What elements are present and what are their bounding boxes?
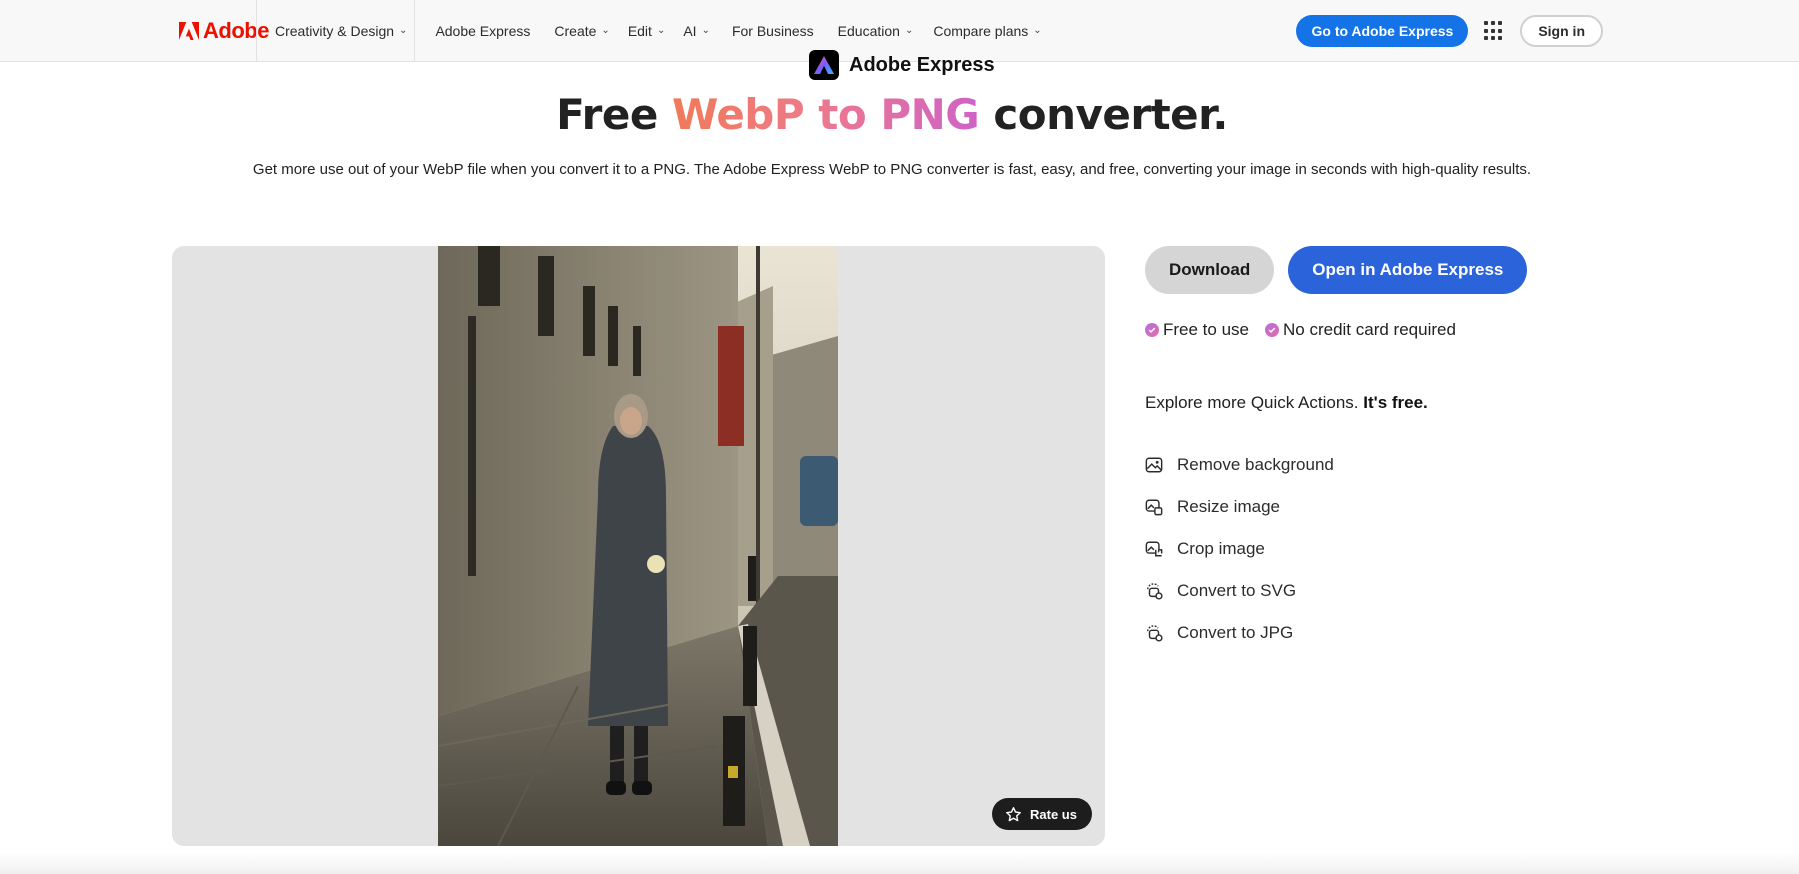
nav-item-adobe-express[interactable]: Adobe Express	[435, 23, 530, 39]
nav-item-label: Compare plans	[933, 23, 1029, 39]
chevron-down-icon: ⌄	[701, 24, 710, 36]
nav-item-ai[interactable]: AI ⌄	[683, 23, 710, 39]
resize-image-icon	[1145, 499, 1163, 516]
nav-right-actions: Go to Adobe Express Sign in	[1296, 0, 1603, 62]
preview-image	[438, 246, 838, 846]
primary-actions: Download Open in Adobe Express	[1145, 246, 1528, 294]
brand-name: Adobe Express	[849, 53, 995, 76]
convert-icon	[1146, 583, 1163, 600]
nav-item-label: Adobe Express	[435, 23, 531, 39]
quick-action-label: Resize image	[1177, 497, 1280, 516]
quick-action-convert-to-svg[interactable]: Convert to SVG	[1145, 570, 1334, 612]
quick-action-label: Convert to SVG	[1177, 581, 1297, 600]
go-to-adobe-express-button[interactable]: Go to Adobe Express	[1296, 15, 1469, 47]
explore-text: Explore more Quick Actions.	[1145, 393, 1359, 412]
quick-actions-list: Remove background Resize image Crop imag…	[1145, 444, 1334, 654]
chevron-down-icon: ⌄	[656, 24, 666, 36]
nav-item-creativity-design[interactable]: Creativity & Design ⌄	[275, 23, 407, 39]
badge-label: No credit card required	[1283, 320, 1456, 339]
nav-item-for-business[interactable]: For Business	[732, 23, 814, 39]
sign-in-button[interactable]: Sign in	[1520, 15, 1603, 47]
page-title: Free WebP to PNG converter.	[0, 90, 1784, 139]
quick-action-resize-image[interactable]: Resize image	[1145, 486, 1334, 528]
remove-background-icon	[1145, 457, 1163, 473]
quick-action-convert-to-jpg[interactable]: Convert to JPG	[1145, 612, 1334, 654]
adobe-logo-icon	[179, 22, 199, 40]
nav-item-label: For Business	[731, 23, 814, 39]
nav-item-education[interactable]: Education ⌄	[838, 23, 914, 39]
nav-item-label: Edit	[627, 23, 652, 39]
convert-icon	[1146, 625, 1163, 642]
rate-us-button[interactable]: Rate us	[992, 798, 1092, 830]
badge-no-credit-card: No credit card required	[1265, 320, 1456, 340]
check-circle-icon	[1145, 323, 1159, 337]
page-bottom-shadow	[0, 852, 1799, 874]
feature-badges: Free to use No credit card required	[1145, 320, 1456, 340]
title-prefix: Free	[556, 90, 672, 139]
quick-action-label: Crop image	[1177, 539, 1265, 558]
explore-bold: It's free.	[1363, 393, 1428, 412]
image-preview-panel: Rate us	[172, 246, 1105, 846]
adobe-express-brand: Adobe Express	[809, 50, 995, 80]
quick-action-label: Convert to JPG	[1177, 623, 1294, 642]
download-button[interactable]: Download	[1145, 246, 1275, 294]
chevron-down-icon: ⌄	[399, 24, 408, 36]
chevron-down-icon: ⌄	[601, 24, 610, 36]
title-accent: WebP to PNG	[671, 90, 980, 139]
rate-us-label: Rate us	[1030, 806, 1077, 822]
explore-quick-actions-text: Explore more Quick Actions. It's free.	[1145, 393, 1428, 413]
crop-image-icon	[1145, 541, 1163, 557]
nav-item-label: Creativity & Design	[275, 23, 395, 39]
star-outline-icon	[1006, 806, 1021, 821]
chevron-down-icon: ⌄	[904, 24, 914, 36]
quick-action-crop-image[interactable]: Crop image	[1145, 528, 1334, 570]
adobe-express-logo-icon	[809, 50, 839, 80]
nav-item-edit[interactable]: Edit ⌄	[628, 23, 666, 39]
nav-divider	[256, 0, 257, 62]
badge-free-to-use: Free to use	[1145, 320, 1249, 340]
quick-action-remove-background[interactable]: Remove background	[1145, 444, 1334, 486]
quick-action-label: Remove background	[1177, 455, 1334, 474]
check-circle-icon	[1265, 323, 1279, 337]
open-in-adobe-express-button[interactable]: Open in Adobe Express	[1288, 246, 1528, 294]
nav-item-create[interactable]: Create ⌄	[554, 23, 609, 39]
badge-label: Free to use	[1163, 320, 1249, 339]
adobe-logo-text: Adobe	[203, 18, 269, 43]
page-description: Get more use out of your WebP file when …	[252, 161, 1532, 178]
chevron-down-icon: ⌄	[1033, 24, 1042, 36]
nav-item-label: Education	[837, 23, 900, 39]
nav-item-label: Create	[554, 23, 597, 39]
nav-item-compare-plans[interactable]: Compare plans ⌄	[933, 23, 1041, 39]
title-suffix: converter.	[979, 90, 1228, 139]
nav-item-label: AI	[683, 23, 697, 39]
apps-grid-icon[interactable]	[1484, 21, 1504, 41]
